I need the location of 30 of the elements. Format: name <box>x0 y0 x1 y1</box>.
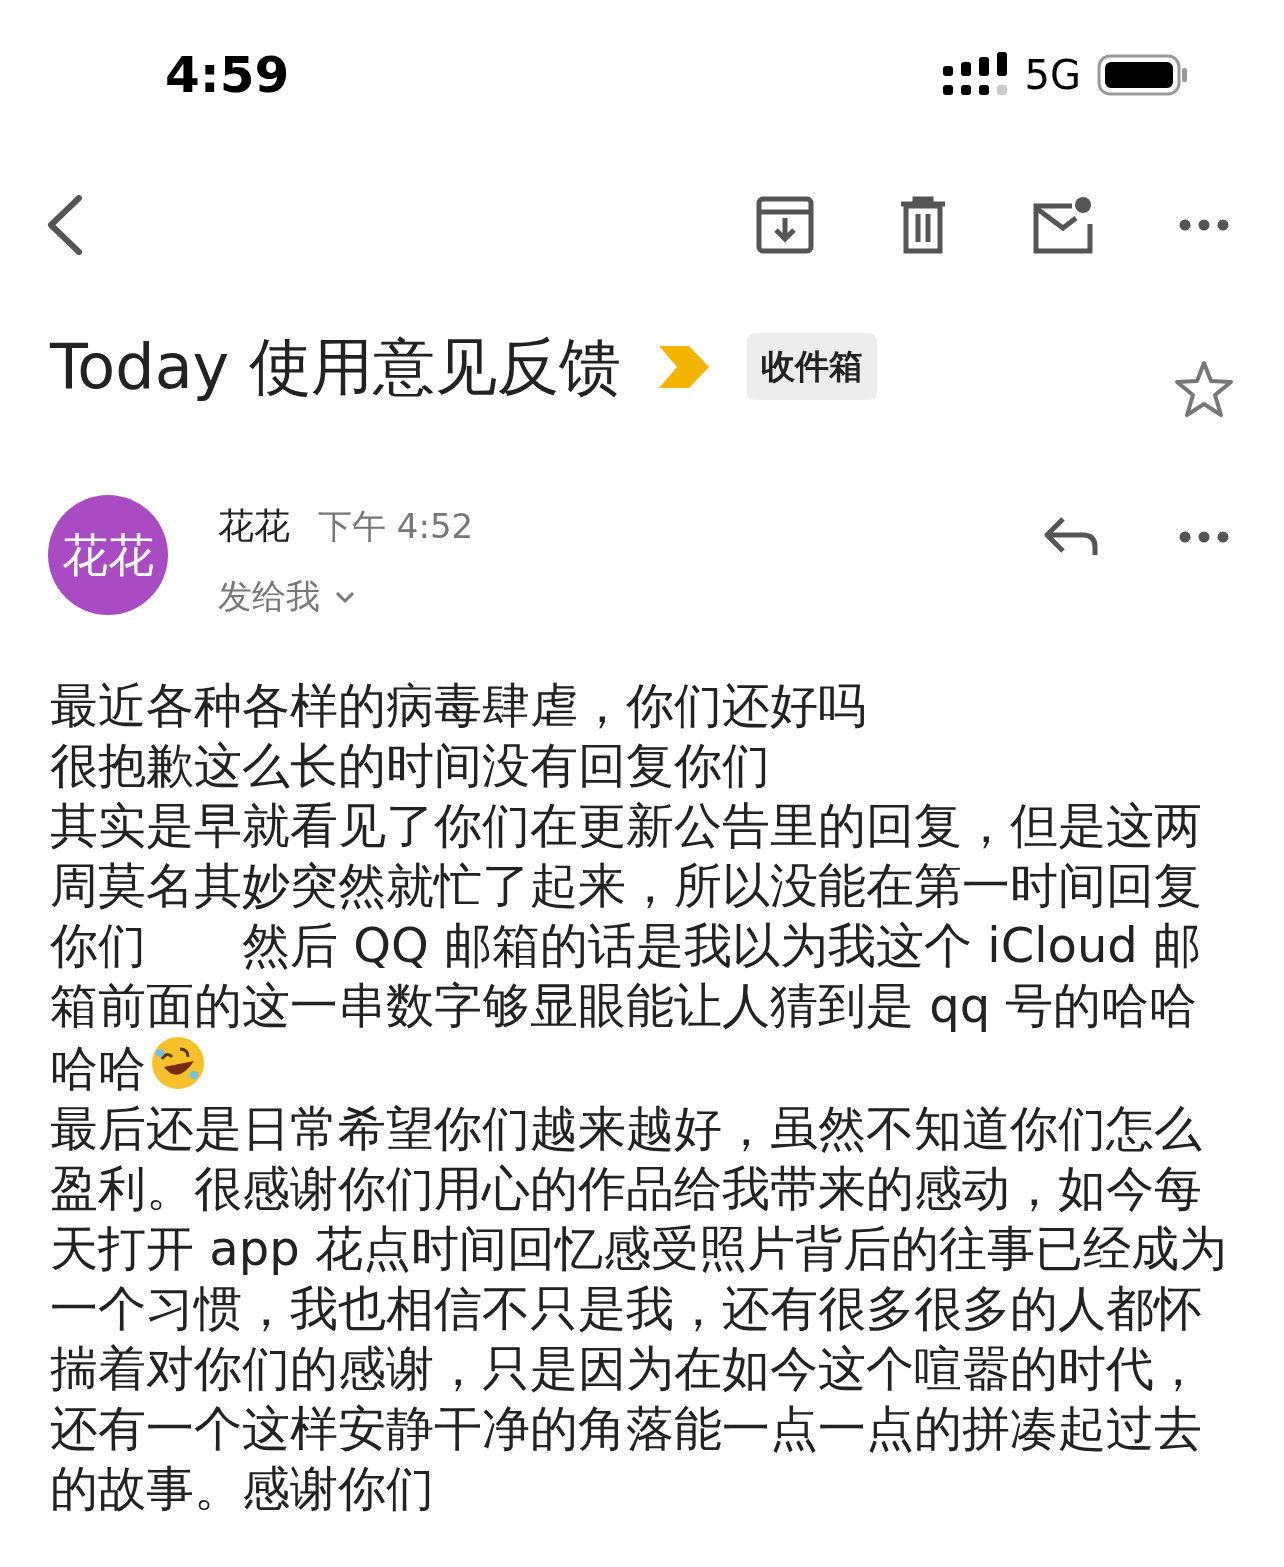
sender-avatar: 花花 <box>48 495 168 615</box>
message-time: 下午 4:52 <box>318 505 474 548</box>
email-subject: Today 使用意见反馈 <box>50 329 622 405</box>
back-button[interactable] <box>45 195 85 255</box>
sender-name: 花花 <box>218 504 290 548</box>
more-icon <box>1179 531 1229 543</box>
recipient-toggle[interactable]: 发给我 <box>218 571 320 622</box>
delete-button[interactable] <box>899 196 947 254</box>
back-icon <box>45 195 85 255</box>
battery-icon <box>1097 52 1189 98</box>
archive-icon <box>756 196 814 254</box>
message-paragraph: 很抱歉这么长的时间没有回复你们 <box>50 737 770 793</box>
star-icon <box>1174 360 1234 418</box>
more-icon <box>1179 219 1229 231</box>
message-paragraph: 其实是早就看见了你们在更新公告里的回复，但是这两周莫名其妙突然就忙了起来，所以没能在第一时间回复你们 然后 QQ 邮箱的话是我以为我这个 iCloud 邮箱前面的这一串数字够显眼能让人猜到是 qq 号的哈哈哈哈 <box>50 797 1202 1096</box>
chevron-down-icon <box>334 589 356 604</box>
signal-icon <box>942 52 1009 98</box>
trash-icon <box>899 196 947 254</box>
star-button[interactable] <box>1174 360 1234 418</box>
message-paragraph: 最近各种各样的病毒肆虐，你们还好吗 <box>50 677 866 733</box>
mark-unread-button[interactable] <box>1032 196 1094 254</box>
message-paragraph: 最后还是日常希望你们越来越好，虽然不知道你们怎么盈利。很感谢你们用心的作品给我带来的感动，如今每天打开 app 花点时间回忆感受照片背后的往事已经成为一个习惯，我也相信不只是我，还有很多很多的人都怀揣着对你们的感谢，只是因为在如今这个喧嚣的时代，还有一个这样安静干净的角落能一点一点的拼凑起过去的故事。感谢你们 <box>50 1100 1227 1516</box>
network-type: 5G <box>1024 51 1081 100</box>
importance-marker-icon[interactable] <box>659 345 710 388</box>
mail-icon <box>1032 196 1094 254</box>
inbox-label[interactable]: 收件箱 <box>747 333 878 400</box>
status-time: 4:59 <box>165 44 290 106</box>
message-more-button[interactable] <box>1179 531 1229 543</box>
more-button[interactable] <box>1179 219 1229 231</box>
archive-button[interactable] <box>756 196 814 254</box>
